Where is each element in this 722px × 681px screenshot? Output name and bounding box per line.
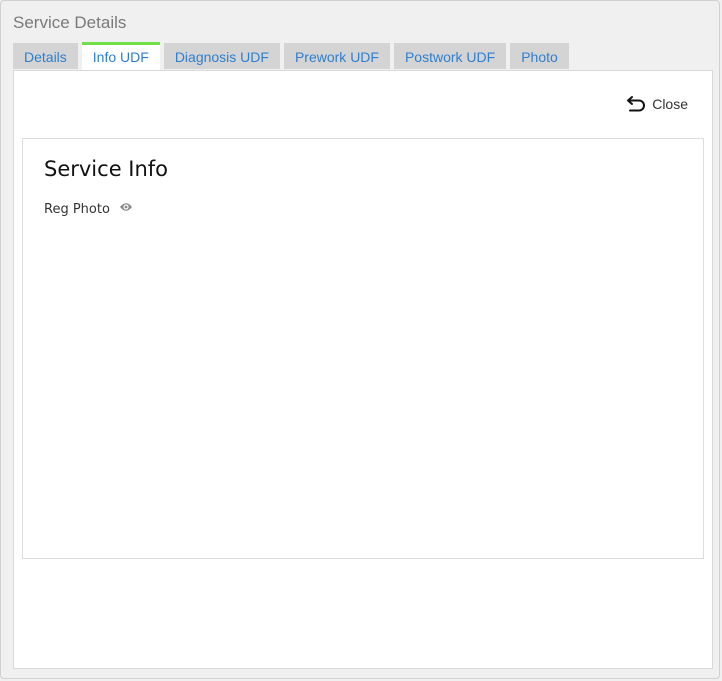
tab-photo[interactable]: Photo (510, 43, 569, 69)
tab-info-udf[interactable]: Info UDF (81, 42, 160, 70)
close-label: Close (652, 95, 688, 112)
undo-arrow-icon (626, 95, 646, 112)
close-button[interactable]: Close (626, 95, 688, 112)
section-title: Service Info (44, 157, 169, 181)
tab-bar: Details Info UDF Diagnosis UDF Prework U… (13, 42, 569, 70)
field-reg-photo: Reg Photo (44, 201, 133, 217)
eye-icon[interactable] (119, 201, 133, 217)
tab-prework-udf[interactable]: Prework UDF (283, 43, 390, 69)
field-label: Reg Photo (44, 201, 110, 217)
tab-postwork-udf[interactable]: Postwork UDF (393, 43, 507, 69)
service-info-section: Service Info Reg Photo (22, 138, 704, 559)
service-details-dialog: Service Details Details Info UDF Diagnos… (0, 0, 720, 679)
tab-details[interactable]: Details (13, 43, 78, 69)
dialog-title: Service Details (13, 13, 127, 32)
tab-diagnosis-udf[interactable]: Diagnosis UDF (163, 43, 280, 69)
tab-panel: Close Service Info Reg Photo (13, 70, 713, 669)
